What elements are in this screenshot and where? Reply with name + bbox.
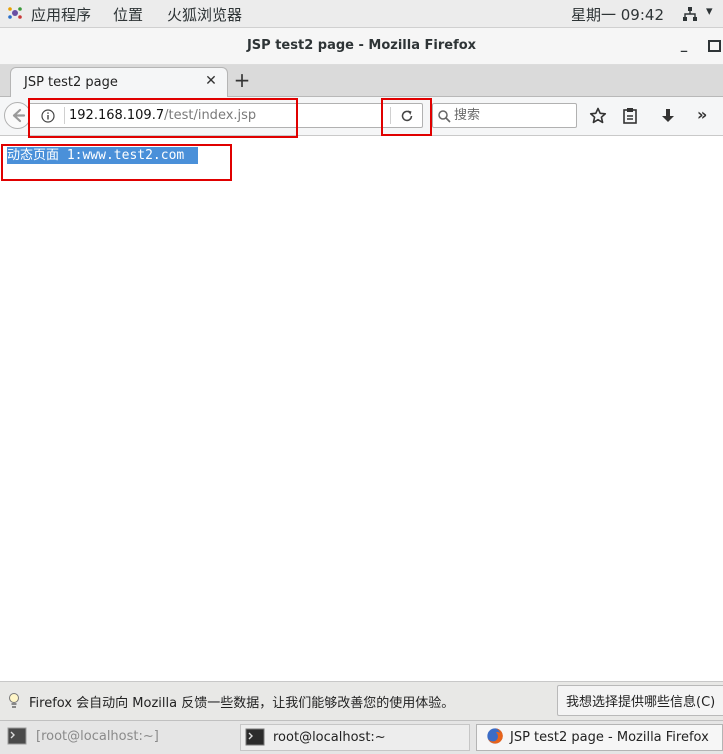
taskbar-item-label: JSP test2 page - Mozilla Firefox	[510, 730, 709, 745]
back-arrow-icon	[12, 108, 26, 123]
tab-close-icon[interactable]: ✕	[204, 74, 218, 88]
choose-data-button[interactable]: 我想选择提供哪些信息(C)	[557, 685, 723, 716]
terminal-icon	[245, 728, 265, 746]
clock[interactable]: 星期一 09:42	[571, 4, 664, 25]
window-titlebar: JSP test2 page - Mozilla Firefox _	[0, 28, 723, 65]
tab-strip: JSP test2 page ✕ +	[0, 65, 723, 97]
search-bar[interactable]	[432, 103, 577, 128]
places-menu[interactable]: 位置	[113, 4, 143, 25]
taskbar-item-label: root@localhost:~	[273, 730, 386, 745]
taskbar: [root@localhost:~] root@localhost:~ JSP …	[0, 720, 723, 754]
window-title: JSP test2 page - Mozilla Firefox	[246, 38, 477, 53]
maximize-button[interactable]	[706, 38, 723, 54]
firefox-icon	[487, 728, 503, 744]
new-tab-button[interactable]: +	[232, 69, 252, 91]
gnome-top-bar: 应用程序 位置 火狐浏览器 星期一 09:42 ▾	[0, 0, 723, 28]
apps-menu-icon	[8, 7, 22, 19]
taskbar-item-terminal-2[interactable]: root@localhost:~	[240, 724, 470, 751]
tab-jsp-test2-page[interactable]: JSP test2 page ✕	[10, 67, 228, 97]
lightbulb-icon	[9, 693, 19, 708]
overflow-menu-icon[interactable]: »	[697, 106, 713, 124]
applications-menu[interactable]: 应用程序	[31, 4, 91, 25]
page-content: 动态页面 1:www.test2.com	[0, 136, 723, 681]
taskbar-item-firefox[interactable]: JSP test2 page - Mozilla Firefox	[476, 724, 723, 751]
active-app-menu[interactable]: 火狐浏览器	[167, 4, 242, 25]
annotation-box-url	[28, 98, 298, 138]
annotation-box-content	[1, 144, 232, 181]
annotation-box-reload	[381, 98, 432, 136]
search-icon	[438, 110, 451, 123]
terminal-icon	[7, 727, 27, 745]
tab-title: JSP test2 page	[24, 75, 118, 90]
back-button[interactable]	[4, 102, 31, 129]
bookmark-star-icon[interactable]	[589, 107, 607, 125]
network-icon[interactable]	[682, 6, 698, 22]
download-icon[interactable]	[660, 107, 676, 125]
minimize-button[interactable]: _	[676, 38, 692, 54]
notification-text: Firefox 会自动向 Mozilla 反馈一些数据，让我们能够改善您的使用体…	[29, 696, 455, 711]
system-menu-arrow-icon[interactable]: ▾	[706, 4, 713, 19]
bookmarks-list-icon[interactable]	[622, 107, 638, 125]
taskbar-item-label: [root@localhost:~]	[36, 729, 159, 744]
search-input[interactable]	[454, 106, 572, 125]
taskbar-item-terminal-1[interactable]: [root@localhost:~]	[3, 724, 233, 751]
notification-bar: Firefox 会自动向 Mozilla 反馈一些数据，让我们能够改善您的使用体…	[0, 681, 723, 720]
